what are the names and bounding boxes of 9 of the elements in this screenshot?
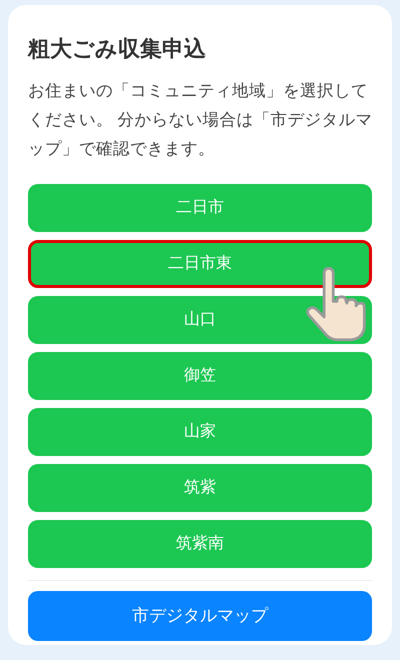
- digital-map-button[interactable]: 市デジタルマップ: [28, 590, 372, 640]
- instruction-text: お住まいの「コミュニティ地域」を選択してください。 分からない場合は「市デジタルマップ」で確認できます。: [28, 80, 374, 160]
- area-button[interactable]: 筑紫南: [28, 520, 372, 568]
- area-button[interactable]: 二日市: [28, 184, 372, 232]
- area-button[interactable]: 筑紫: [28, 464, 372, 512]
- area-button[interactable]: 御笠: [28, 352, 372, 400]
- area-button[interactable]: 二日市東: [28, 240, 372, 288]
- page-title: 粗大ごみ収集申込: [28, 35, 207, 62]
- area-button[interactable]: 山家: [28, 408, 372, 456]
